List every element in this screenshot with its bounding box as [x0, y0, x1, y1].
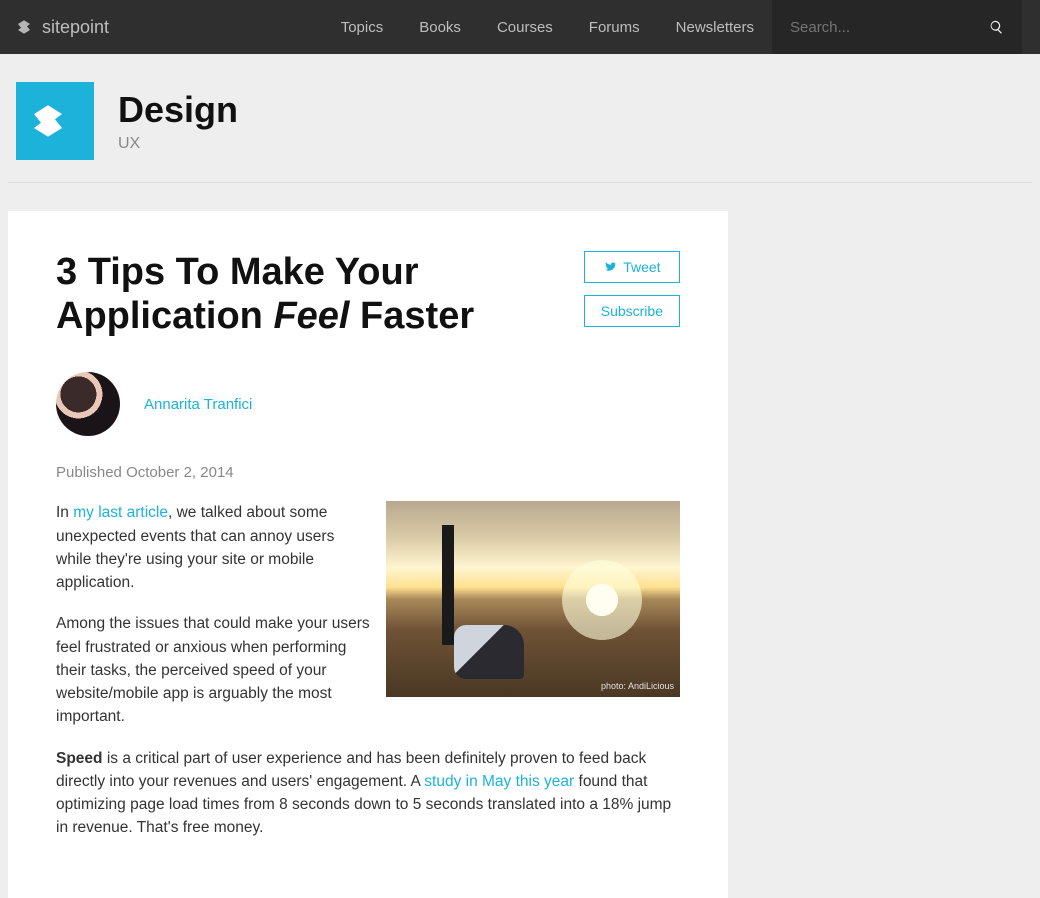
article-header: 3 Tips To Make Your Application Feel Fas… [56, 251, 680, 338]
category-subtitle: UX [118, 135, 238, 153]
search-box [772, 0, 1022, 54]
category-title: Design [118, 89, 238, 131]
article-body: photo: AndiLicious In my last article, w… [56, 501, 680, 839]
page: Design UX 3 Tips To Make Your Applicatio… [0, 54, 1040, 898]
search-icon[interactable] [989, 16, 1004, 38]
hero-caption: photo: AndiLicious [601, 680, 674, 694]
nav-forums[interactable]: Forums [571, 0, 658, 54]
publish-date: Published October 2, 2014 [56, 464, 680, 481]
nav-topics[interactable]: Topics [323, 0, 402, 54]
sitepoint-icon [18, 18, 36, 36]
title-post: Faster [350, 295, 475, 337]
topbar: sitepoint Topics Books Courses Forums Ne… [0, 0, 1040, 54]
link-last-article[interactable]: my last article [73, 504, 168, 521]
article-actions: Tweet Subscribe [584, 251, 680, 338]
hero-image: photo: AndiLicious [386, 501, 680, 697]
brand-name: sitepoint [42, 17, 109, 38]
category-logo [16, 82, 94, 160]
link-study[interactable]: study in May this year [424, 773, 574, 790]
nav-courses[interactable]: Courses [479, 0, 571, 54]
main-nav: Topics Books Courses Forums Newsletters [323, 0, 1022, 54]
avatar[interactable] [56, 372, 120, 436]
tweet-button[interactable]: Tweet [584, 251, 680, 283]
article-card: 3 Tips To Make Your Application Feel Fas… [8, 211, 728, 898]
author-row: Annarita Tranfici [56, 372, 680, 436]
article-title: 3 Tips To Make Your Application Feel Fas… [56, 251, 554, 338]
title-em: Feel [273, 295, 349, 337]
search-input[interactable] [790, 19, 989, 36]
sitepoint-icon [34, 100, 76, 142]
brand-logo[interactable]: sitepoint [18, 17, 109, 38]
nav-newsletters[interactable]: Newsletters [658, 0, 772, 54]
twitter-icon [603, 260, 617, 274]
tweet-label: Tweet [623, 259, 660, 275]
subscribe-button[interactable]: Subscribe [584, 295, 680, 327]
author-link[interactable]: Annarita Tranfici [144, 396, 252, 413]
published-label: Published [56, 464, 126, 481]
subscribe-label: Subscribe [601, 303, 663, 319]
paragraph-3: Speed is a critical part of user experie… [56, 747, 680, 840]
category-titles: Design UX [118, 89, 238, 153]
nav-books[interactable]: Books [401, 0, 479, 54]
category-header: Design UX [8, 54, 1032, 183]
published-date: October 2, 2014 [126, 464, 234, 481]
speed-strong: Speed [56, 750, 103, 767]
